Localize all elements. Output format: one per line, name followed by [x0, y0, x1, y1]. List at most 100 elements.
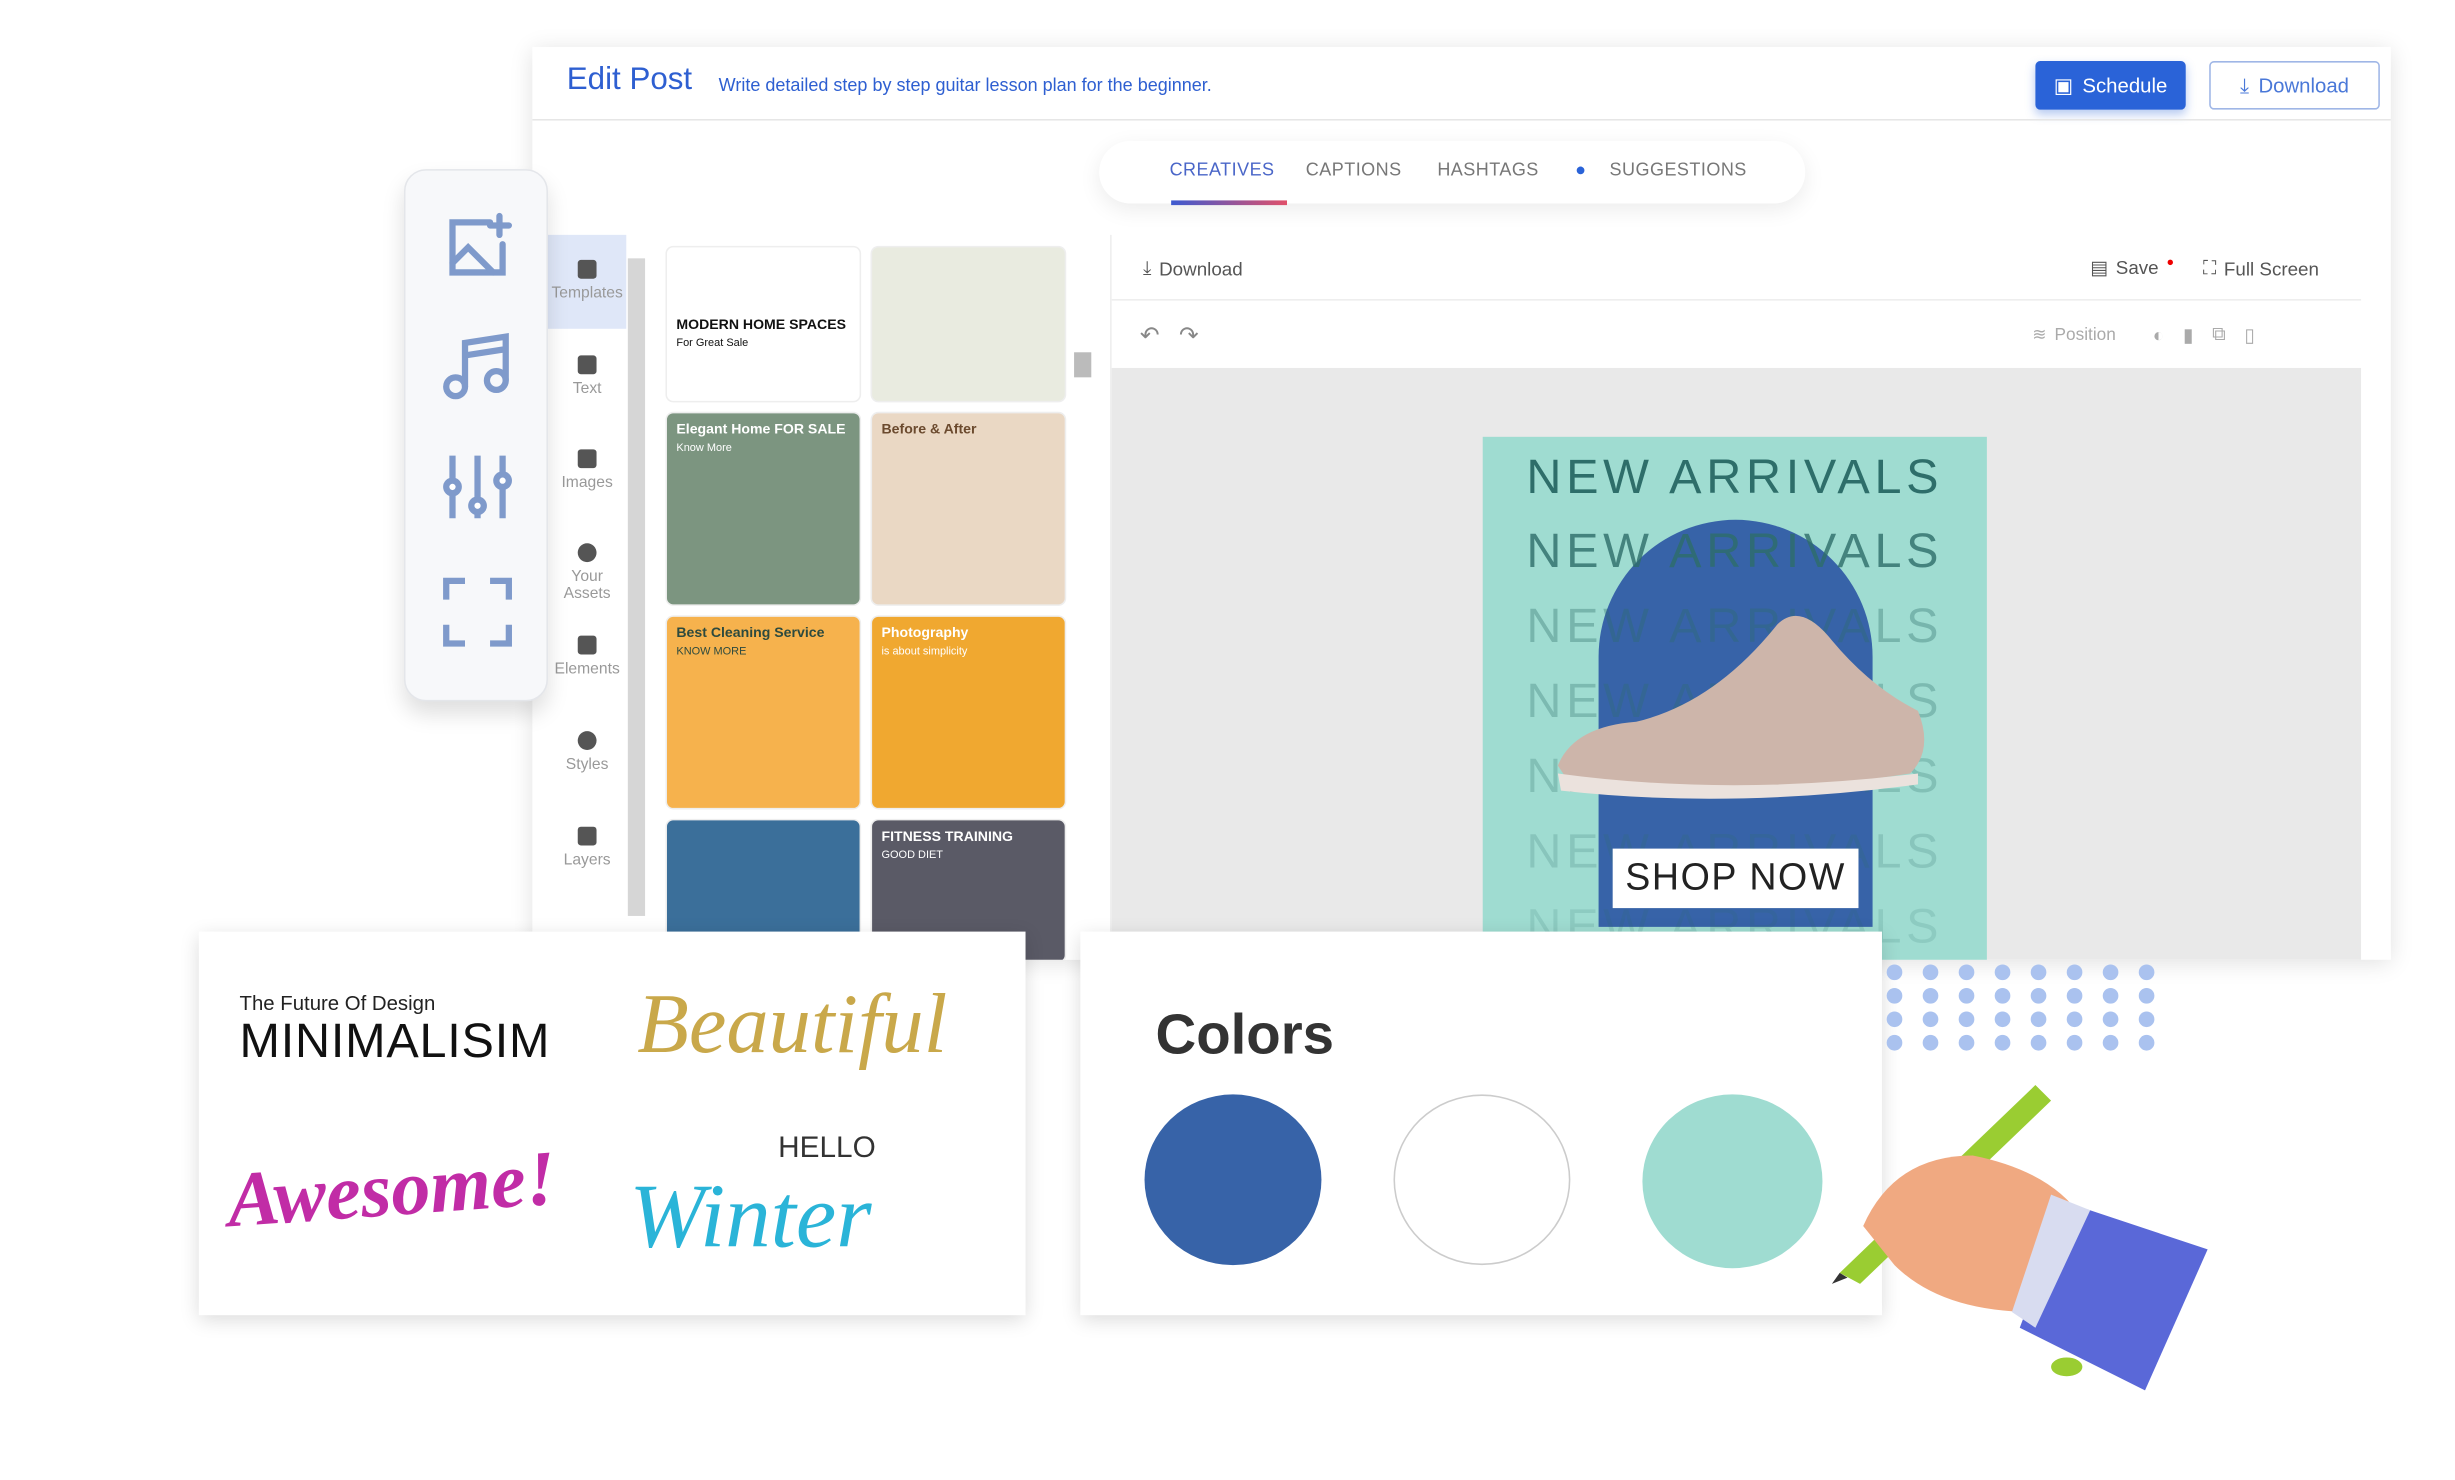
nav-label: Styles	[565, 756, 609, 774]
decor-dot	[1886, 987, 1903, 1004]
save-icon: ▤	[2090, 256, 2108, 279]
fonts-card: The Future Of Design MINIMALISIM Beautif…	[198, 931, 1026, 1316]
nav-label: Your Assets	[563, 568, 611, 603]
font-sample-awesome: Awesome!	[224, 1133, 559, 1244]
schedule-button[interactable]: ▣ Schedule	[2035, 61, 2186, 110]
tab-creatives[interactable]: CREATIVES	[1170, 161, 1275, 180]
image-icon	[577, 449, 597, 469]
templates-grid: MODERN HOME SPACES For Great Sale Elegant …	[657, 234, 1112, 960]
decor-dot	[1994, 1011, 2011, 1028]
template-subtitle: Know More	[676, 442, 732, 454]
position-button[interactable]: ≋ Position	[2032, 324, 2116, 345]
color-swatch[interactable]	[1393, 1094, 1571, 1266]
trash-icon[interactable]: ▯	[2244, 323, 2254, 345]
headline: NEW ARRIVALS	[1526, 449, 1944, 505]
post-prompt: Write detailed step by step guitar lesso…	[718, 76, 1212, 96]
sidebar-item-styles[interactable]: Styles	[548, 731, 626, 773]
sidebar-item-text[interactable]: Text	[548, 355, 626, 398]
lock-icon[interactable]: ▮	[2183, 323, 2193, 345]
font-sample-minimalism: MINIMALISIM	[239, 1013, 551, 1068]
decor-dot	[1958, 1034, 1975, 1051]
hand-with-pen-illustration	[1831, 1085, 2208, 1391]
duplicate-icon[interactable]: ⧉	[2212, 323, 2225, 346]
template-subtitle: KNOW MORE	[676, 646, 747, 658]
artboard[interactable]: NEW ARRIVALS NEW ARRIVALS NEW ARRIVALS N…	[1482, 436, 1987, 960]
template-thumbnail[interactable]	[872, 247, 1065, 401]
label: Save	[2115, 256, 2159, 279]
dot-pattern	[1886, 964, 2169, 1058]
nav-label: Images	[561, 474, 613, 492]
template-title: Elegant Home FOR SALE	[676, 421, 846, 437]
template-title: Photography	[881, 624, 969, 641]
decor-dot	[2102, 1011, 2119, 1028]
template-thumbnail[interactable]: Photography is about simplicity	[872, 616, 1065, 808]
decor-dot	[1958, 964, 1975, 981]
label: Full Screen	[2223, 257, 2319, 280]
template-title: Best Cleaning Service	[676, 624, 825, 641]
tab-hashtags[interactable]: HASHTAGS	[1437, 161, 1538, 180]
font-sample-small: The Future Of Design	[239, 991, 436, 1015]
download-label: Download	[2258, 73, 2349, 98]
decor-dot	[2030, 1034, 2047, 1051]
canvas-download-button[interactable]: ⤓ Download	[1143, 257, 1243, 280]
colors-title: Colors	[1155, 1002, 1335, 1067]
undo-icon[interactable]: ↶	[1140, 321, 1160, 350]
add-image-icon[interactable]	[440, 210, 515, 285]
decor-dot	[2138, 987, 2155, 1004]
fullscreen-icon[interactable]	[440, 575, 515, 650]
template-title: FITNESS TRAINING	[881, 828, 1014, 844]
decor-dot	[1922, 964, 1939, 981]
sidebar-item-layers[interactable]: Layers	[548, 826, 626, 869]
divider	[1111, 299, 2362, 301]
decor-dot	[2066, 987, 2083, 1004]
template-thumbnail[interactable]: Best Cleaning Service KNOW MORE	[666, 616, 860, 808]
color-swatch[interactable]	[1642, 1094, 1823, 1269]
music-icon[interactable]	[440, 327, 515, 402]
sidebar-item-images[interactable]: Images	[548, 449, 626, 492]
sidebar-item-templates[interactable]: Templates	[548, 259, 626, 302]
decor-dot	[2030, 964, 2047, 981]
sidebar-item-assets[interactable]: Your Assets	[548, 543, 626, 603]
calendar-icon: ▣	[2053, 72, 2074, 97]
nav-scrollbar[interactable]	[627, 258, 646, 916]
fullscreen-button[interactable]: ⛶ Full Screen	[2203, 257, 2319, 280]
template-title: Before & After	[881, 421, 977, 437]
tab-suggestions[interactable]: SUGGESTIONS	[1610, 161, 1747, 180]
editor-panel: ⤓ Download ▤ Save ● ⛶ Full Screen ↶ ↷ ≋ Posit…	[1110, 234, 2362, 960]
sidebar-item-elements[interactable]: Elements	[548, 635, 626, 678]
download-icon: ⤓	[1142, 256, 1152, 279]
templates-scrollbar[interactable]	[1074, 352, 1092, 378]
nav-label: Elements	[554, 660, 620, 678]
label: Position	[2054, 324, 2116, 344]
nav-label: Layers	[563, 851, 611, 869]
sneaker-image	[1557, 615, 1925, 799]
templates-icon	[577, 259, 597, 279]
template-thumbnail[interactable]: MODERN HOME SPACES For Great Sale	[666, 247, 860, 401]
sliders-icon[interactable]	[440, 449, 515, 524]
text-icon	[577, 355, 597, 375]
decor-dot	[2138, 964, 2155, 981]
nav-label: Text	[572, 380, 602, 398]
font-sample-beautiful: Beautiful	[637, 976, 948, 1071]
decor-dot	[2102, 987, 2119, 1004]
color-swatch[interactable]	[1144, 1094, 1322, 1266]
template-thumbnail[interactable]: Elegant Home FOR SALE Know More	[666, 413, 860, 605]
opacity-icon[interactable]: ◐	[2153, 323, 2164, 345]
template-subtitle: For Great Sale	[676, 338, 749, 349]
fullscreen-icon: ⛶	[2202, 256, 2217, 279]
decor-dot	[1958, 987, 1975, 1004]
font-sample-winter: Winter	[629, 1164, 872, 1267]
decor-dot	[2066, 964, 2083, 981]
tab-captions[interactable]: CAPTIONS	[1306, 161, 1402, 180]
save-button[interactable]: ▤ Save ●	[2090, 254, 2175, 279]
tab-bar: CREATIVES CAPTIONS HASHTAGS ● SUGGESTION…	[1099, 140, 1806, 206]
redo-icon[interactable]: ↷	[1179, 321, 1199, 350]
unsaved-dot: ●	[2166, 254, 2175, 269]
decor-dot	[2138, 1011, 2155, 1028]
download-button[interactable]: ⤓ Download	[2209, 61, 2380, 110]
decor-dot	[2066, 1034, 2083, 1051]
decor-dot	[1886, 1034, 1903, 1051]
cloud-icon	[577, 543, 597, 563]
layers-icon: ≋	[2032, 325, 2047, 345]
template-thumbnail[interactable]: Before & After	[872, 413, 1065, 605]
